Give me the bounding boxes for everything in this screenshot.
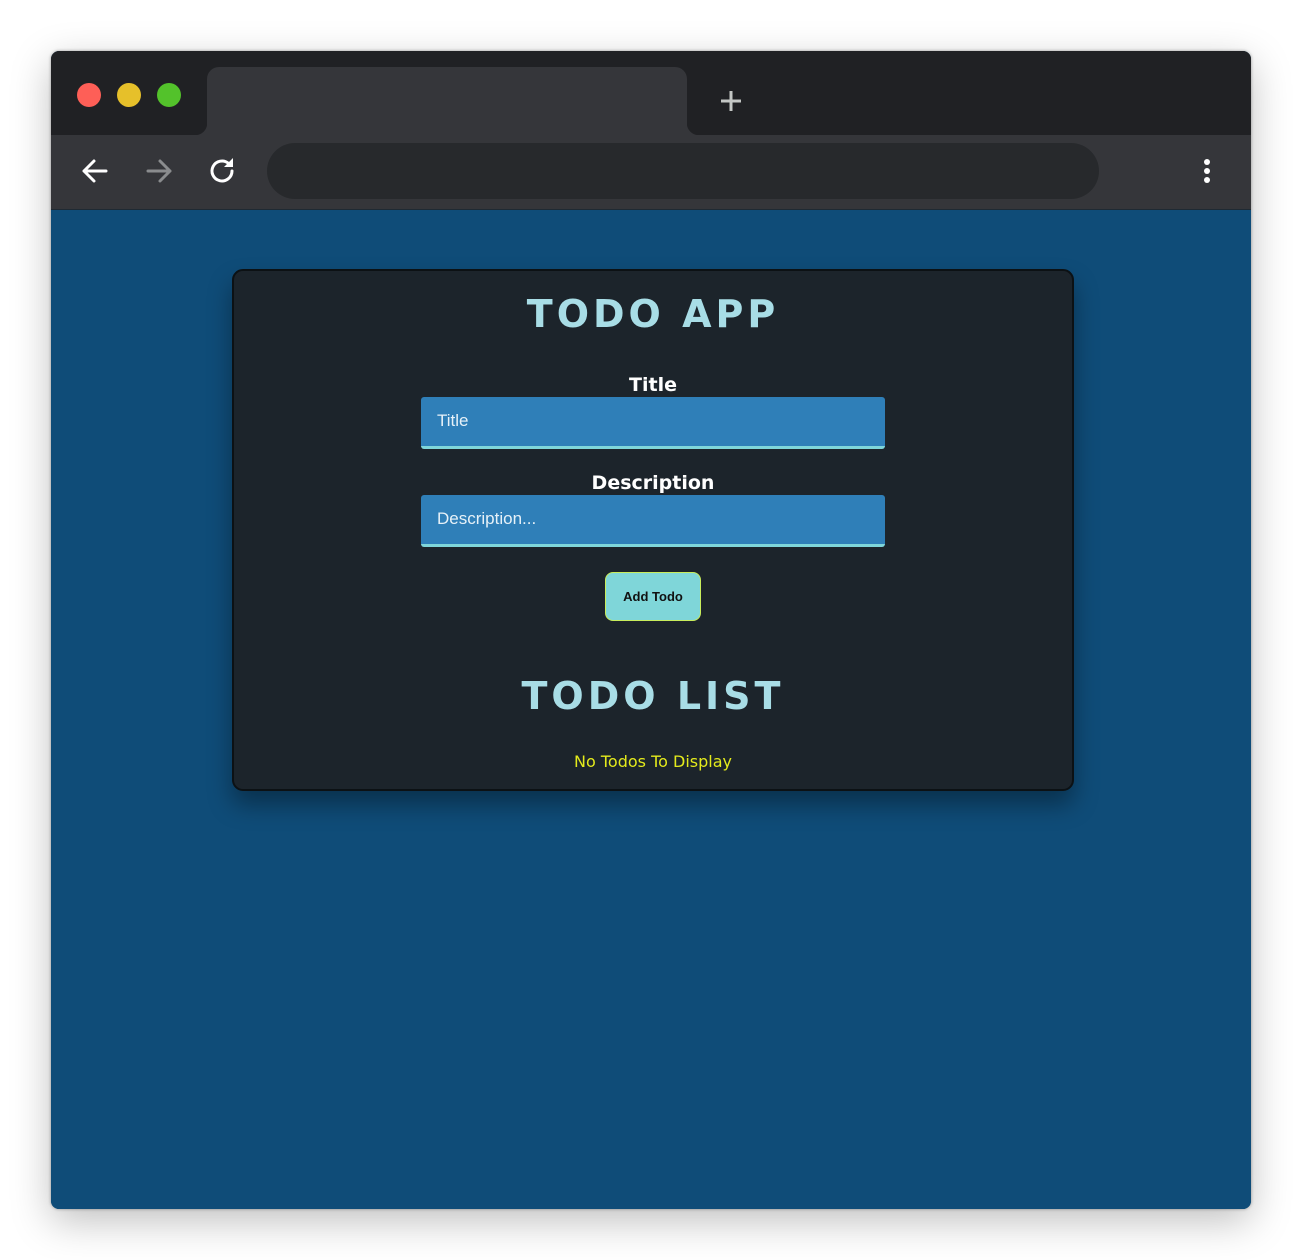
add-todo-button[interactable]: Add Todo <box>605 572 701 621</box>
browser-toolbar <box>51 135 1251 210</box>
arrow-left-icon[interactable] <box>79 155 111 187</box>
close-window-button[interactable] <box>77 83 101 107</box>
browser-window: TODO APP Title Description Add Todo TODO… <box>51 51 1251 1209</box>
title-label: Title <box>629 374 677 396</box>
zoom-window-button[interactable] <box>157 83 181 107</box>
title-input[interactable] <box>421 397 885 449</box>
browser-tab[interactable] <box>195 67 699 135</box>
plus-icon[interactable] <box>715 85 747 117</box>
empty-list-message: No Todos To Display <box>574 752 732 771</box>
browser-titlebar <box>51 51 1251 135</box>
app-heading: TODO APP <box>526 292 780 336</box>
reload-icon[interactable] <box>207 155 239 187</box>
minimize-window-button[interactable] <box>117 83 141 107</box>
arrow-right-icon[interactable] <box>143 155 175 187</box>
todo-list-heading: TODO LIST <box>521 674 785 718</box>
address-bar[interactable] <box>267 143 1099 199</box>
description-label: Description <box>591 472 715 494</box>
description-input[interactable] <box>421 495 885 547</box>
kebab-menu-icon[interactable] <box>1191 155 1223 187</box>
todo-card: TODO APP Title Description Add Todo TODO… <box>232 269 1074 791</box>
page-viewport: TODO APP Title Description Add Todo TODO… <box>51 210 1251 1209</box>
